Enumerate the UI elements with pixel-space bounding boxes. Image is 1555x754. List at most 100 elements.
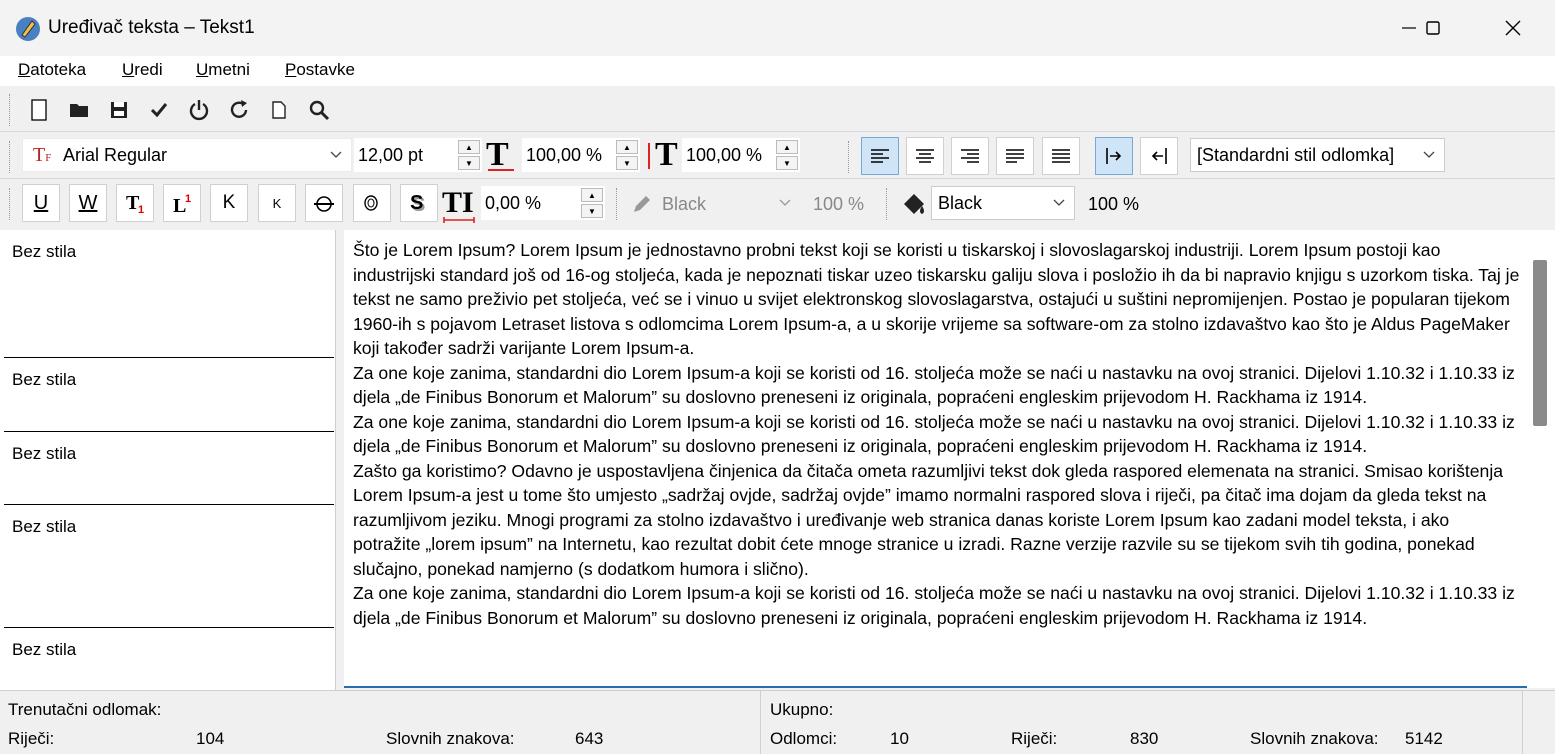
font-size-input[interactable]: 12,00 pt ▲ ▼ [354, 138, 482, 172]
spin-down-icon[interactable]: ▼ [458, 156, 480, 170]
search-icon [309, 100, 330, 121]
superscript-icon: L1 [173, 193, 191, 215]
status-bar: Trenutačni odlomak: Riječi: 104 Slovnih … [0, 690, 1555, 754]
small-caps-button[interactable]: K [258, 184, 296, 222]
editor-scrollbar[interactable] [1527, 230, 1555, 688]
font-size-spinner[interactable]: ▲ ▼ [458, 140, 480, 170]
char-width-value: 100,00 % [526, 144, 603, 165]
force-justify-icon [1052, 149, 1070, 163]
spin-down-icon[interactable]: ▼ [776, 156, 798, 170]
close-button[interactable] [1490, 10, 1536, 46]
spin-up-icon[interactable]: ▲ [581, 188, 603, 202]
page-button[interactable] [263, 94, 295, 126]
spin-up-icon[interactable]: ▲ [458, 140, 480, 154]
underline-button[interactable]: U [22, 184, 60, 222]
menu-umetni[interactable]: Umetni [196, 60, 250, 80]
char-height-input[interactable]: 100,00 % ▲ ▼ [682, 138, 800, 172]
stroke-color-value: Black [662, 193, 707, 214]
align-left-icon [871, 149, 889, 163]
menu-uredi[interactable]: Uredi [122, 60, 163, 80]
toolbar-grip[interactable] [9, 141, 11, 173]
total-words-value: 830 [1130, 729, 1159, 748]
font-type-icon: TF [33, 143, 52, 166]
power-button[interactable] [183, 94, 215, 126]
font-family-select[interactable]: TF Arial Regular [22, 138, 352, 172]
superscript-button[interactable]: L1 [163, 184, 201, 222]
tracking-value: 0,00 % [485, 192, 542, 213]
toolbar-grip[interactable] [886, 188, 888, 220]
new-document-button[interactable] [23, 94, 55, 126]
paragraph: Za one koje zanima, standardni dio Lorem… [353, 583, 1515, 628]
save-button[interactable] [103, 94, 135, 126]
outline-button[interactable] [353, 184, 391, 222]
status-divider [760, 691, 761, 754]
window-title: Uređivač teksta – Tekst1 [48, 17, 255, 38]
align-right-button[interactable] [951, 137, 989, 175]
style-label: Bez stila [12, 444, 77, 463]
all-caps-button[interactable]: K [210, 184, 248, 222]
subscript-button[interactable]: T1 [116, 184, 154, 222]
char-width-input[interactable]: 100,00 % ▲ ▼ [522, 138, 640, 172]
small-caps-label: K [272, 195, 282, 211]
paragraphs-value: 10 [890, 729, 909, 748]
font-size-value: 12,00 pt [358, 144, 424, 165]
style-entry[interactable]: Bez stila [4, 432, 334, 505]
fill-shade-value[interactable]: 100 % [1088, 194, 1139, 215]
menu-postavke[interactable]: Postavke [285, 60, 355, 80]
style-entry[interactable]: Bez stila [4, 230, 334, 358]
editor-content[interactable]: Što je Lorem Ipsum? Lorem Ipsum je jedno… [353, 238, 1521, 630]
tracking-input[interactable]: 0,00 % ▲ ▼ [481, 186, 605, 220]
check-button[interactable] [143, 94, 175, 126]
search-button[interactable] [303, 94, 335, 126]
char-width-spinner[interactable]: ▲ ▼ [616, 140, 638, 170]
paragraphs-label: Odlomci: [770, 729, 838, 748]
toolbar-grip[interactable] [9, 94, 11, 126]
style-entry[interactable]: Bez stila [4, 358, 334, 432]
stroke-shade-value[interactable]: 100 % [813, 194, 864, 215]
refresh-button[interactable] [223, 94, 255, 126]
justify-button[interactable] [996, 137, 1034, 175]
toolbar-grip[interactable] [616, 188, 618, 220]
style-entry[interactable]: Bez stila [4, 505, 334, 628]
total-words-label: Riječi: [1011, 729, 1058, 748]
align-left-button[interactable] [861, 137, 899, 175]
spin-down-icon[interactable]: ▼ [616, 156, 638, 170]
title-bar: Uređivač teksta – Tekst1 [0, 0, 1555, 56]
paragraph-styles-pane: Bez stila Bez stila Bez stila Bez stila … [0, 230, 336, 690]
style-entry[interactable]: Bez stila [4, 628, 334, 690]
word-underline-label: W [78, 191, 98, 214]
total-chars-label: Slovnih znakova: [1250, 729, 1379, 748]
maximize-button[interactable] [1410, 10, 1456, 46]
text-editor[interactable]: Što je Lorem Ipsum? Lorem Ipsum je jedno… [344, 230, 1527, 688]
scrollbar-thumb[interactable] [1533, 260, 1547, 426]
force-justify-button[interactable] [1042, 137, 1080, 175]
strikethrough-button[interactable] [305, 184, 343, 222]
tracking-spinner[interactable]: ▲ ▼ [581, 188, 603, 218]
open-button[interactable] [63, 94, 95, 126]
app-icon [16, 17, 40, 41]
paragraph-style-select[interactable]: [Standardni stil odlomka] [1190, 138, 1445, 172]
ltr-direction-button[interactable] [1095, 137, 1133, 175]
total-label: Ukupno: [770, 700, 834, 719]
words-value: 104 [196, 729, 225, 748]
paragraph: Za one koje zanima, standardni dio Lorem… [353, 411, 1515, 457]
word-underline-button[interactable]: W [69, 184, 107, 222]
subscript-icon: T1 [126, 192, 144, 215]
save-icon [111, 102, 127, 118]
align-center-button[interactable] [906, 137, 944, 175]
char-height-spinner[interactable]: ▲ ▼ [776, 140, 798, 170]
paragraph: Što je Lorem Ipsum? Lorem Ipsum je jedno… [353, 240, 1520, 358]
menu-datoteka[interactable]: Datoteka [18, 60, 86, 80]
toolbar-grip[interactable] [9, 188, 11, 220]
spin-down-icon[interactable]: ▼ [581, 204, 603, 218]
spin-up-icon[interactable]: ▲ [776, 140, 798, 154]
paragraph-style-value: [Standardni stil odlomka] [1197, 144, 1395, 165]
spin-up-icon[interactable]: ▲ [616, 140, 638, 154]
stroke-pen-icon [634, 196, 650, 212]
toolbar-grip[interactable] [848, 141, 850, 173]
stroke-color-select[interactable]: Black [656, 187, 800, 221]
shadow-button[interactable]: SS [400, 184, 438, 222]
fill-color-select[interactable]: Black [931, 186, 1075, 220]
rtl-direction-button[interactable] [1140, 137, 1178, 175]
paragraph: Za one koje zanima, standardni dio Lorem… [353, 362, 1515, 408]
